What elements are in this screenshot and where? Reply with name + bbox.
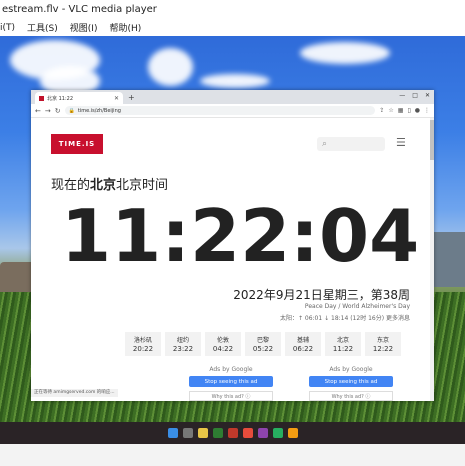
- heading-prefix: 现在的: [51, 178, 91, 193]
- search-icon: ⌕: [322, 139, 328, 149]
- cloud: [200, 74, 270, 88]
- ad-block: Ads by Google Stop seeing this ad Why th…: [179, 364, 283, 401]
- maximize-button[interactable]: □: [412, 92, 418, 99]
- scrollbar-thumb[interactable]: [430, 120, 434, 160]
- mountain: [430, 232, 465, 287]
- browser-window: 北京 11:22 ✕ + — □ ✕ ← → ↻ 🔒 time.is/zh/Be…: [31, 90, 434, 401]
- window-title: estream.flv - VLC media player: [2, 4, 157, 15]
- address-bar[interactable]: 🔒 time.is/zh/Beijing: [64, 106, 376, 115]
- menu-item-tools[interactable]: 工具(S): [27, 21, 58, 34]
- sidebar-icon[interactable]: ▯: [407, 107, 410, 114]
- ad-block: Ads by Google Stop seeing this ad Why th…: [299, 364, 403, 401]
- city-tile[interactable]: 洛杉矶 20:22: [125, 332, 161, 356]
- page-heading: 现在的北京北京时间: [51, 174, 168, 193]
- file-explorer-icon[interactable]: [197, 428, 208, 438]
- back-icon[interactable]: ←: [35, 107, 41, 115]
- hamburger-menu-icon[interactable]: ☰: [396, 136, 406, 149]
- city-name: 巴黎: [256, 337, 269, 344]
- city-tile[interactable]: 东京 12:22: [365, 332, 401, 356]
- vlc-control-bar: [0, 444, 465, 466]
- search-box[interactable]: ⌕: [317, 137, 385, 151]
- window-controls: — □ ✕: [399, 92, 430, 99]
- tab-strip: 北京 11:22 ✕ + — □ ✕: [31, 90, 434, 104]
- ads-by-google-label: Ads by Google: [209, 366, 253, 373]
- app-icon[interactable]: [257, 428, 268, 438]
- scrollbar[interactable]: [430, 118, 434, 401]
- clock-display: 11:22:04: [61, 194, 420, 278]
- browser-toolbar: ← → ↻ 🔒 time.is/zh/Beijing ⇪ ☆ ▦ ▯ ● ⋮: [31, 104, 434, 118]
- ads-by-google-label: Ads by Google: [329, 366, 373, 373]
- menu-item-help[interactable]: 帮助(H): [109, 21, 141, 34]
- cloud: [148, 48, 193, 86]
- video-area[interactable]: 北京 11:22 ✕ + — □ ✕ ← → ↻ 🔒 time.is/zh/Be…: [0, 36, 465, 422]
- observance-line[interactable]: Peace Day / World Alzheimer's Day: [305, 303, 410, 310]
- close-button[interactable]: ✕: [425, 92, 430, 99]
- city-tile[interactable]: 伦敦 04:22: [205, 332, 241, 356]
- star-icon[interactable]: ☆: [388, 107, 393, 114]
- lock-icon: 🔒: [68, 107, 75, 114]
- close-tab-icon[interactable]: ✕: [114, 95, 119, 102]
- city-tile[interactable]: 巴黎 05:22: [245, 332, 281, 356]
- taskbar: [0, 422, 465, 444]
- kebab-menu-icon[interactable]: ⋮: [424, 107, 430, 114]
- city-name: 基辅: [296, 337, 309, 344]
- toolbar-icons: ⇪ ☆ ▦ ▯ ● ⋮: [379, 107, 430, 114]
- city-name: 东京: [376, 337, 389, 344]
- city-name: 纽约: [176, 337, 189, 344]
- heading-city: 北京: [90, 178, 117, 193]
- profile-icon[interactable]: ●: [415, 107, 420, 114]
- tab-title: 北京 11:22: [47, 95, 73, 102]
- city-time: 20:22: [132, 345, 154, 353]
- why-this-ad-button[interactable]: Why this ad? ⓘ: [309, 391, 393, 401]
- stop-seeing-ad-button[interactable]: Stop seeing this ad: [189, 376, 273, 387]
- minimize-button[interactable]: —: [399, 92, 405, 99]
- vlc-icon[interactable]: [287, 428, 298, 438]
- cloud: [300, 42, 390, 64]
- ad-area: Ads by Google Stop seeing this ad Why th…: [179, 364, 403, 401]
- page-content: TIME.IS ⌕ ☰ 现在的北京北京时间 11:22:04 2022年9月21…: [31, 118, 434, 401]
- city-time: 06:22: [292, 345, 314, 353]
- city-time: 23:22: [172, 345, 194, 353]
- city-name: 洛杉矶: [133, 337, 152, 344]
- city-name: 北京: [336, 337, 349, 344]
- date-line: 2022年9月21日星期三，第38周: [233, 288, 410, 302]
- city-time: 11:22: [332, 345, 354, 353]
- extensions-icon[interactable]: ▦: [398, 107, 404, 114]
- sun-info[interactable]: 太阳：↑ 06:01 ↓ 18:14 (12时 16分) 更多消息: [280, 313, 410, 322]
- site-logo[interactable]: TIME.IS: [51, 134, 103, 154]
- menu-item-view2[interactable]: 视图(I): [70, 21, 98, 34]
- heading-suffix: 北京时间: [116, 178, 169, 193]
- browser-tab[interactable]: 北京 11:22 ✕: [35, 92, 123, 104]
- city-time: 04:22: [212, 345, 234, 353]
- favicon-icon: [39, 95, 44, 101]
- app-icon[interactable]: [242, 428, 253, 438]
- city-tile[interactable]: 北京 11:22: [325, 332, 361, 356]
- reload-icon[interactable]: ↻: [55, 107, 61, 115]
- vlc-menu-bar: i(T) 工具(S) 视图(I) 帮助(H): [0, 19, 465, 36]
- city-time: 12:22: [372, 345, 394, 353]
- vlc-title-bar: estream.flv - VLC media player: [0, 0, 465, 19]
- city-time: 05:22: [252, 345, 274, 353]
- forward-icon[interactable]: →: [45, 107, 51, 115]
- why-this-ad-button[interactable]: Why this ad? ⓘ: [189, 391, 273, 401]
- chrome-icon[interactable]: [212, 428, 223, 438]
- city-name: 伦敦: [216, 337, 229, 344]
- city-tile[interactable]: 基辅 06:22: [285, 332, 321, 356]
- url-text: time.is/zh/Beijing: [77, 107, 121, 114]
- status-bar: 正在等待 amimgserved.com 的响应...: [31, 389, 118, 397]
- start-icon[interactable]: [167, 428, 178, 438]
- app-icon[interactable]: [272, 428, 283, 438]
- share-icon[interactable]: ⇪: [379, 107, 384, 114]
- city-list: 洛杉矶 20:22 纽约 23:22 伦敦 04:22 巴黎 05:22 基辅 06:22…: [125, 332, 401, 356]
- city-tile[interactable]: 纽约 23:22: [165, 332, 201, 356]
- task-view-icon[interactable]: [182, 428, 193, 438]
- menu-item-view[interactable]: i(T): [0, 23, 15, 33]
- app-icon[interactable]: [227, 428, 238, 438]
- new-tab-button[interactable]: +: [128, 93, 135, 102]
- stop-seeing-ad-button[interactable]: Stop seeing this ad: [309, 376, 393, 387]
